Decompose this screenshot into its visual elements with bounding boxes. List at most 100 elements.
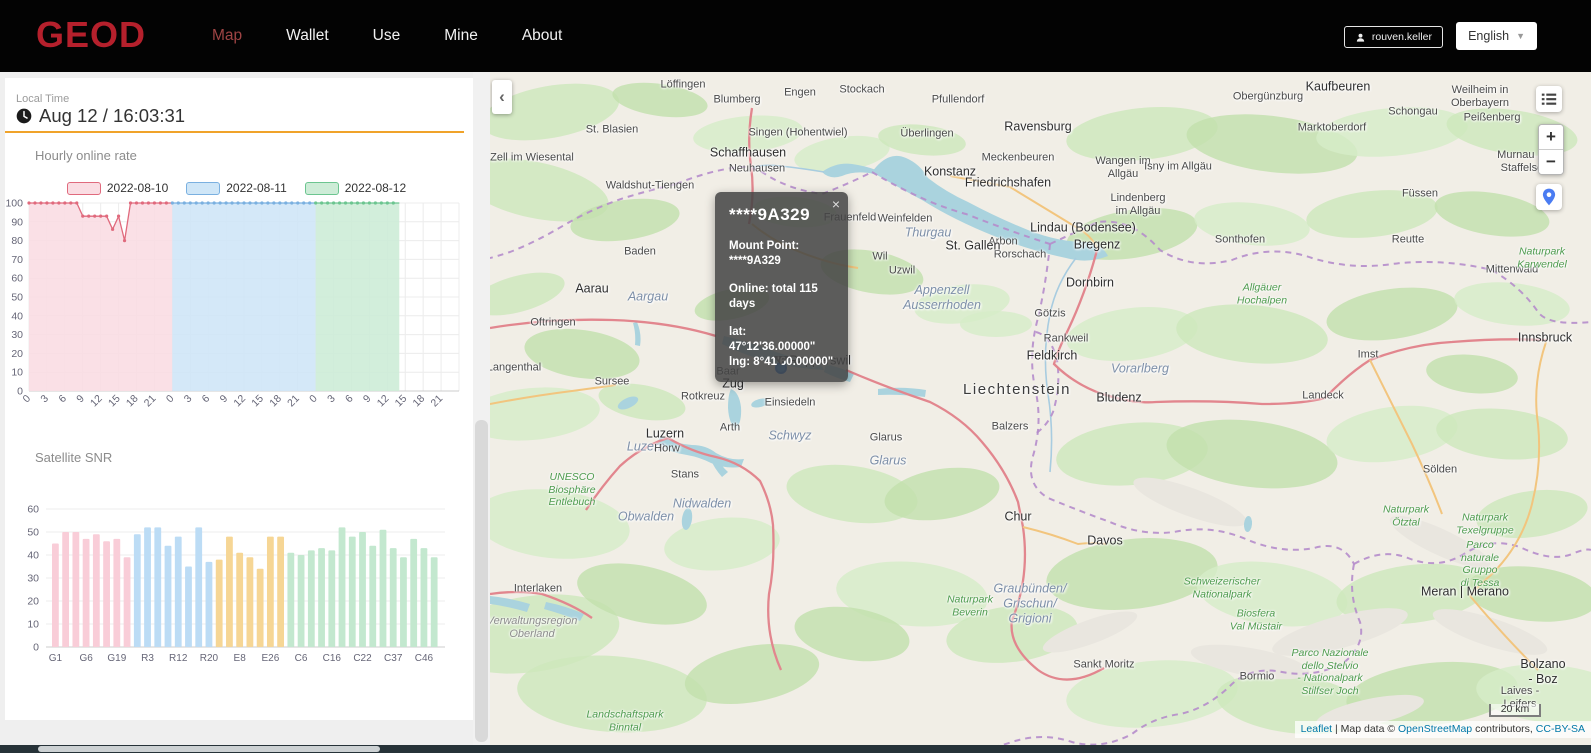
svg-text:40: 40 [11,310,23,322]
svg-text:21: 21 [285,393,302,410]
svg-text:0: 0 [21,393,34,406]
leaflet-link[interactable]: Leaflet [1301,723,1333,735]
nav-item-mine[interactable]: Mine [444,27,478,45]
sidebar-scrollbar[interactable] [473,72,490,745]
language-label: English [1468,29,1509,43]
list-icon [1540,90,1558,108]
svg-text:0: 0 [33,642,39,654]
svg-text:90: 90 [11,216,23,228]
sidebar-scrollbar-thumb[interactable] [475,420,488,742]
svg-text:G19: G19 [107,653,126,664]
app-logo: GEOD [36,14,146,56]
svg-text:6: 6 [343,393,356,406]
popup-latitude: lat: 47°12'36.00000" [729,325,834,355]
top-navbar: GEOD Map Wallet Use Mine About rouven.keller… [0,0,1591,72]
svg-text:20: 20 [27,596,39,608]
svg-text:12: 12 [231,393,248,410]
svg-text:15: 15 [106,393,123,410]
hourly-online-rate-chart: 0102030405060708090100036912151821036912… [0,192,473,492]
map-pin-icon [1541,188,1557,206]
chevron-down-icon: ▼ [1516,31,1525,41]
zoom-control: + − [1538,124,1564,175]
page-horizontal-scrollbar-thumb[interactable] [38,746,380,752]
local-time-row: Aug 12 / 16:03:31 [16,105,185,127]
close-icon[interactable]: × [832,197,840,211]
svg-text:80: 80 [11,235,23,247]
popup-mount-label: Mount Point: [729,239,834,254]
svg-text:0: 0 [164,393,177,406]
svg-text:21: 21 [428,393,445,410]
svg-text:60: 60 [27,504,39,516]
popup-station-id: ****9A329 [729,205,834,225]
svg-text:0: 0 [307,393,320,406]
svg-text:R20: R20 [200,653,219,664]
local-time-value: Aug 12 / 16:03:31 [39,105,185,127]
svg-text:50: 50 [27,527,39,539]
layers-control-button[interactable] [1536,86,1562,112]
hourly-chart-title: Hourly online rate [35,148,137,163]
svg-text:100: 100 [5,198,23,210]
nav-item-use[interactable]: Use [373,27,401,45]
stats-sidebar: Local Time Aug 12 / 16:03:31 Hourly onli… [0,72,473,745]
svg-text:E26: E26 [261,653,279,664]
svg-text:3: 3 [182,393,195,406]
svg-text:12: 12 [88,393,105,410]
svg-text:70: 70 [11,254,23,266]
language-selector[interactable]: English ▼ [1456,22,1537,50]
satellite-snr-chart: 0102030405060G1G6G19R3R12R20E8E26C6C16C2… [0,492,473,677]
popup-online-days: Online: total 115 days [729,282,834,312]
leaflet-map[interactable]: LöffingenBlumbergEngenStockachPfullendor… [490,72,1591,745]
svg-text:10: 10 [27,619,39,631]
svg-text:15: 15 [393,393,410,410]
snr-chart-title: Satellite SNR [35,450,112,465]
svg-text:18: 18 [124,393,141,410]
svg-text:R12: R12 [169,653,188,664]
svg-text:18: 18 [411,393,428,410]
svg-text:C37: C37 [384,653,403,664]
popup-mount-value: ****9A329 [729,254,834,269]
svg-text:R3: R3 [141,653,154,664]
svg-text:12: 12 [375,393,392,410]
svg-text:50: 50 [11,292,23,304]
zoom-out-button[interactable]: − [1539,150,1563,174]
app-screen: GEOD Map Wallet Use Mine About rouven.keller… [0,0,1591,753]
map-scale-bar: 20 km [1489,704,1541,717]
svg-text:C22: C22 [353,653,372,664]
nav-item-wallet[interactable]: Wallet [286,27,329,45]
svg-text:3: 3 [38,393,51,406]
svg-text:C46: C46 [415,653,434,664]
nav-item-map[interactable]: Map [212,27,242,45]
svg-text:20: 20 [11,348,23,360]
locate-control-button[interactable] [1536,184,1562,210]
page-horizontal-scrollbar[interactable] [0,745,1591,753]
nav-item-about[interactable]: About [522,27,563,45]
accent-underline [5,131,464,133]
svg-text:21: 21 [142,393,159,410]
svg-text:15: 15 [249,393,266,410]
svg-text:G6: G6 [79,653,93,664]
sidebar-collapse-button[interactable]: ‹ [492,80,512,114]
zoom-in-button[interactable]: + [1539,125,1563,149]
svg-text:10: 10 [11,367,23,379]
svg-text:18: 18 [267,393,284,410]
svg-text:40: 40 [27,550,39,562]
svg-text:9: 9 [218,393,231,406]
svg-text:G1: G1 [49,653,63,664]
osm-link[interactable]: OpenStreetMap [1398,723,1472,735]
popup-pointer [773,356,789,373]
svg-text:6: 6 [56,393,69,406]
user-icon [1355,32,1366,43]
svg-text:C6: C6 [295,653,308,664]
user-account-button[interactable]: rouven.keller [1344,26,1443,48]
svg-text:C16: C16 [323,653,342,664]
station-popup: × ****9A329 Mount Point: ****9A329 Onlin… [715,192,848,382]
user-name-label: rouven.keller [1372,31,1432,43]
svg-text:9: 9 [361,393,374,406]
svg-text:60: 60 [11,273,23,285]
svg-text:E8: E8 [234,653,247,664]
license-link[interactable]: CC-BY-SA [1536,723,1585,735]
svg-text:9: 9 [74,393,87,406]
map-tiles [490,72,1591,745]
svg-text:3: 3 [325,393,338,406]
svg-text:6: 6 [200,393,213,406]
